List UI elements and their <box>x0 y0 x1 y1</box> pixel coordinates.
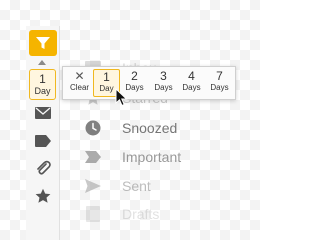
folder-label: Important <box>122 149 182 165</box>
selected-day-number: 1 <box>39 72 46 86</box>
close-icon: ✕ <box>74 69 85 83</box>
folder-snoozed[interactable]: Snoozed <box>84 117 204 139</box>
important-icon <box>84 148 102 166</box>
folder-label: Snoozed <box>122 120 178 136</box>
folder-drafts[interactable]: Drafts <box>84 203 204 225</box>
clear-label: Clear <box>69 83 90 92</box>
day-option-number: 3 <box>160 69 167 83</box>
star-icon[interactable] <box>34 188 52 204</box>
draft-icon <box>84 205 102 223</box>
filter-button[interactable] <box>29 30 57 56</box>
day-option-unit: Days <box>154 83 173 92</box>
folder-important[interactable]: Important <box>84 146 204 168</box>
mail-icon[interactable] <box>34 105 52 121</box>
day-option-unit: Days <box>182 83 201 92</box>
day-option-7[interactable]: 7 Days <box>206 69 233 97</box>
day-option-number: 1 <box>103 70 110 84</box>
clear-filter-button[interactable]: ✕ Clear <box>66 69 93 97</box>
folder-label: Sent <box>122 178 151 194</box>
caret-up-icon <box>38 60 46 65</box>
day-option-unit: Days <box>210 83 229 92</box>
day-option-number: 2 <box>131 69 138 83</box>
label-icon[interactable] <box>34 133 52 149</box>
clock-icon <box>84 119 102 137</box>
day-option-number: 7 <box>216 69 223 83</box>
selected-day-unit: Day <box>34 86 51 96</box>
day-option-3[interactable]: 3 Days <box>150 69 177 97</box>
folder-label: Drafts <box>122 206 160 222</box>
day-filter-popup: ✕ Clear 1 Day 2 Days 3 Days 4 Days 7 Day… <box>62 66 236 100</box>
selected-day-filter[interactable]: 1 Day <box>29 69 56 100</box>
mouse-cursor-icon <box>115 88 128 107</box>
send-icon <box>84 177 102 195</box>
attachment-icon[interactable] <box>34 160 52 176</box>
day-option-4[interactable]: 4 Days <box>178 69 205 97</box>
folder-sent[interactable]: Sent <box>84 175 204 197</box>
filter-icon <box>36 37 50 49</box>
day-option-number: 4 <box>188 69 195 83</box>
